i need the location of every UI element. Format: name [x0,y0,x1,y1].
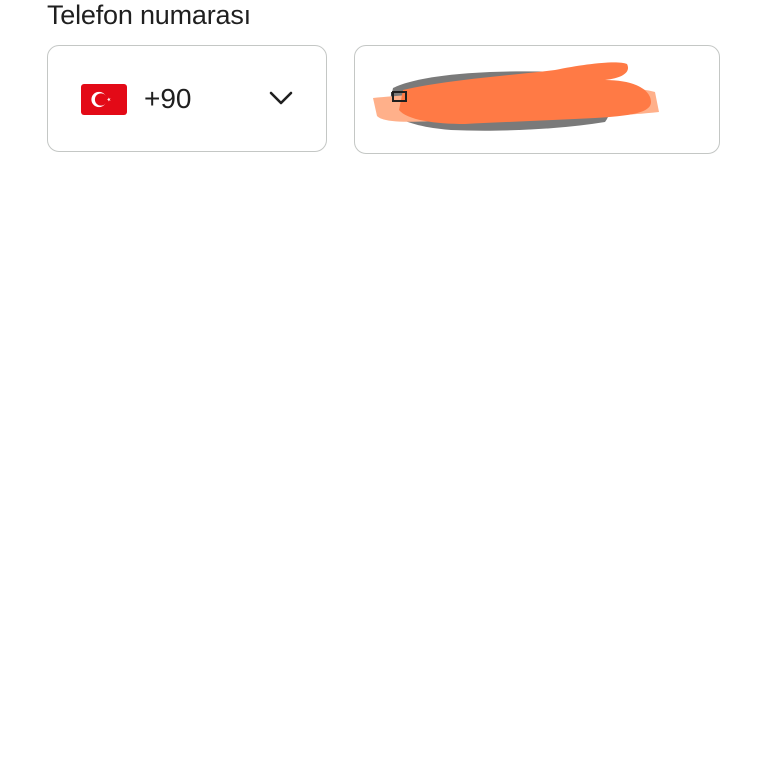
country-code-select[interactable]: +90 [47,45,327,152]
turkey-flag-icon [81,84,127,115]
phone-number-field[interactable] [354,45,720,154]
phone-number-form: Telefon numarası +90 [0,0,768,768]
chevron-down-icon[interactable] [268,88,294,108]
phone-number-label: Telefon numarası [47,0,251,30]
phone-number-input[interactable] [389,84,689,118]
country-dial-code: +90 [144,83,192,114]
